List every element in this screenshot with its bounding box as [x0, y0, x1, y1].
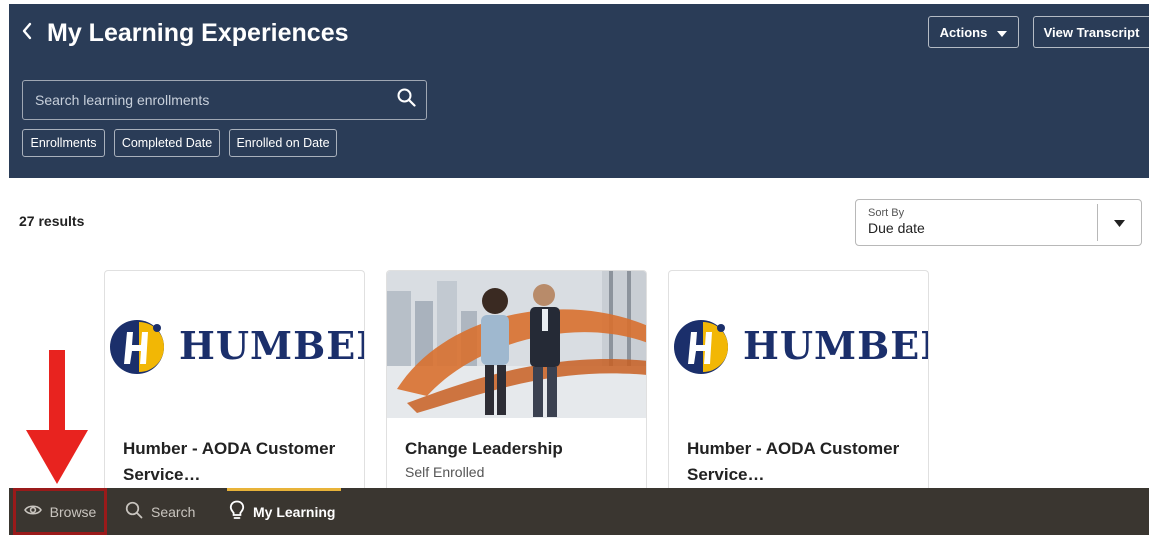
results-count: 27 results [19, 213, 85, 229]
search-button[interactable] [386, 81, 426, 119]
learning-card[interactable]: HUMBER Humber - AODA Customer Service… [668, 270, 929, 488]
nav-label-my-learning: My Learning [253, 503, 336, 520]
humber-logo: HUMBER [105, 318, 364, 376]
nav-item-browse[interactable]: Browse [13, 488, 107, 535]
sort-text: Sort By Due date [856, 200, 1097, 245]
bottom-nav: Browse Search My Learning [9, 488, 1149, 535]
sort-select[interactable]: Sort By Due date [855, 199, 1142, 246]
nav-item-my-learning[interactable]: My Learning [229, 488, 335, 535]
actions-label: Actions [939, 24, 988, 40]
chevron-left-icon [21, 22, 33, 45]
learning-card[interactable]: HUMBER Humber - AODA Customer Service… [104, 270, 365, 488]
view-transcript-button[interactable]: View Transcript [1033, 16, 1149, 48]
annotation-arrow-icon [26, 350, 88, 484]
caret-down-icon [1114, 214, 1125, 232]
page: My Learning Experiences Actions View Tra… [0, 0, 1149, 535]
filter-chip-enrollments[interactable]: Enrollments [22, 129, 105, 157]
search-icon [397, 88, 416, 112]
search-input[interactable] [23, 81, 386, 119]
back-button[interactable] [15, 16, 39, 50]
view-transcript-label: View Transcript [1043, 24, 1140, 40]
humber-logo: HUMBER [669, 318, 928, 376]
card-title: Change Leadership [405, 439, 563, 458]
sort-dropdown-button[interactable] [1098, 200, 1141, 245]
card-title: Humber - AODA Customer Service… [687, 439, 900, 484]
lightbulb-icon [229, 500, 245, 523]
search-icon [125, 501, 143, 522]
learning-card[interactable]: Change Leadership Self Enrolled [386, 270, 647, 488]
sort-value: Due date [868, 220, 925, 236]
logo-wordmark: HUMBER [743, 323, 928, 368]
card-title: Humber - AODA Customer Service… [123, 439, 336, 484]
filter-chip-completed-date[interactable]: Completed Date [114, 129, 220, 157]
eye-icon [23, 503, 42, 520]
caret-down-icon [997, 25, 1008, 40]
card-image: HUMBER [669, 271, 928, 418]
actions-button[interactable]: Actions [928, 16, 1019, 48]
page-header: My Learning Experiences Actions View Tra… [9, 4, 1149, 178]
nav-label-browse: Browse [49, 503, 97, 520]
nav-label-search: Search [151, 503, 196, 520]
card-image [387, 271, 646, 418]
card-image: HUMBER [105, 271, 364, 418]
filter-chip-enrolled-on-date[interactable]: Enrolled on Date [229, 129, 337, 157]
page-title: My Learning Experiences [47, 19, 349, 47]
logo-wordmark: HUMBER [179, 323, 364, 368]
search-box [22, 80, 427, 120]
sort-label: Sort By [868, 207, 905, 219]
nav-item-search[interactable]: Search [125, 488, 195, 535]
card-status: Self Enrolled [405, 464, 485, 480]
